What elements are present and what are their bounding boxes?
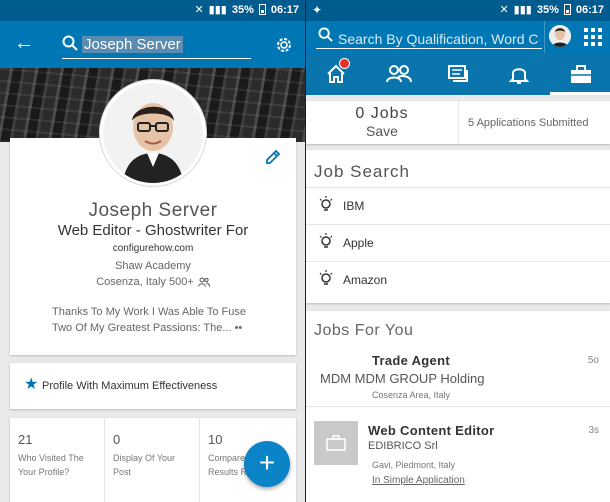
signal-icon: ▮▮▮ (208, 4, 227, 16)
job-listing[interactable]: Trade Agent 5o MDM MDM GROUP Holding Cos… (306, 347, 610, 407)
job-location: Gavi, Piedmont, Italy (372, 460, 456, 470)
profile-strength-label: Profile With Maximum Effectiveness (42, 380, 218, 392)
jobs-header: Search By Qualification, Word Chia... (306, 21, 610, 53)
search-placeholder: Search By Qualification, Word Chia... (338, 31, 538, 47)
tab-home[interactable] (306, 53, 367, 95)
job-search-label: Apple (343, 236, 374, 250)
company-logo (314, 421, 358, 465)
profile-header: ← Joseph Server (0, 21, 305, 68)
jobs-for-you-card: Jobs For You Trade Agent 5o MDM MDM GROU… (306, 311, 610, 502)
job-age: 3s (588, 425, 599, 436)
search-input[interactable]: Joseph Server (62, 33, 251, 59)
notification-icon: ✦ (312, 3, 323, 17)
lightbulb-icon (319, 270, 333, 285)
people-icon (386, 65, 412, 83)
job-title: Trade Agent (372, 353, 450, 368)
briefcase-icon (326, 435, 346, 451)
job-title: Web Content Editor (368, 423, 495, 438)
job-company: MDM MDM GROUP Holding (320, 371, 485, 386)
signal-icon: ▮▮▮ (513, 4, 532, 16)
tab-network[interactable] (367, 53, 428, 95)
profile-summary[interactable]: Thanks To My Work I Was Able To Fuse Two… (52, 304, 264, 336)
search-input[interactable]: Search By Qualification, Word Chia... (316, 25, 542, 49)
stat-value: 10 (208, 432, 223, 447)
status-bar: ✕ ▮▮▮ 35% 06:17 (0, 0, 305, 21)
header-divider (544, 21, 545, 53)
profile-strength-card[interactable]: ★ Profile With Maximum Effectiveness (10, 363, 296, 409)
avatar[interactable] (549, 25, 571, 47)
gear-icon[interactable] (274, 35, 294, 55)
jobs-screen: ✦ ✕ ▮▮▮ 35% 06:17 Search By Qualificatio… (305, 0, 610, 502)
job-search-card: Job Search IBM Apple Amazon (306, 150, 610, 303)
profile-name: Joseph Server (88, 200, 218, 221)
job-search-item[interactable]: Apple (306, 224, 610, 260)
location-text: Cosenza, Italy 500+ (96, 276, 194, 288)
star-icon: ★ (24, 376, 39, 393)
lightbulb-icon (319, 233, 333, 248)
status-bar: ✦ ✕ ▮▮▮ 35% 06:17 (306, 0, 610, 21)
connections-icon (197, 277, 210, 287)
job-search-item[interactable]: IBM (306, 187, 610, 223)
bell-icon (508, 68, 530, 84)
saved-jobs-card: 0 Jobs Save 5 Applications Submitted (306, 101, 610, 144)
add-button[interactable]: + (244, 441, 290, 487)
mute-icon: ✕ (499, 4, 509, 16)
messages-icon (448, 65, 468, 82)
saved-jobs-count: 0 Jobs (355, 105, 409, 122)
notification-badge (339, 58, 350, 69)
easy-apply-link[interactable]: In Simple Application (372, 475, 465, 486)
job-search-label: IBM (343, 199, 365, 213)
briefcase-icon (571, 65, 591, 83)
profile-school: Shaw Academy (115, 260, 191, 272)
battery-icon (563, 4, 571, 15)
saved-jobs-label: Save (366, 123, 398, 139)
profile-website[interactable]: configurehow.com (10, 243, 296, 254)
mute-icon: ✕ (194, 4, 204, 16)
clock: 06:17 (575, 3, 604, 16)
job-search-label: Amazon (343, 273, 388, 287)
avatar[interactable] (100, 80, 206, 186)
pencil-icon[interactable] (264, 148, 282, 166)
bottom-nav (306, 53, 610, 95)
back-arrow-icon[interactable]: ← (14, 33, 34, 53)
profile-headline: Web Editor - Ghostwriter For (57, 222, 249, 239)
stat-value: 0 (113, 432, 121, 447)
battery-icon (258, 4, 266, 15)
clock: 06:17 (270, 3, 299, 16)
applications-link[interactable]: 5 Applications Submitted (468, 117, 588, 129)
job-company: EDIBRICO Srl (368, 440, 438, 452)
profile-location: Cosenza, Italy 500+ (10, 276, 296, 288)
tab-jobs[interactable] (550, 53, 610, 95)
tab-messages[interactable] (428, 53, 489, 95)
job-age: 5o (587, 355, 599, 366)
saved-jobs-button[interactable]: 0 Jobs Save (306, 101, 459, 144)
apps-grid-icon[interactable] (584, 28, 602, 46)
jobs-for-you-title: Jobs For You (314, 322, 414, 339)
job-search-title: Job Search (314, 162, 410, 181)
search-icon (62, 35, 78, 51)
search-query: Joseph Server (82, 36, 183, 53)
battery-level: 35% (231, 3, 254, 16)
job-location: Cosenza Area, Italy (372, 390, 451, 400)
profile-screen: ✕ ▮▮▮ 35% 06:17 ← Joseph Server Joseph S… (0, 0, 305, 502)
stat-profile-views[interactable]: 21 Who Visited The Your Profile? (10, 418, 105, 502)
job-search-item[interactable]: Amazon (306, 261, 610, 297)
job-listing[interactable]: Web Content Editor 3s EDIBRICO Srl Gavi,… (306, 407, 610, 502)
stat-label: Display Of Your Post (113, 453, 176, 477)
lightbulb-icon (319, 196, 333, 211)
stat-label: Who Visited The Your Profile? (18, 453, 84, 477)
tab-notifications[interactable] (489, 53, 550, 95)
stat-post-views[interactable]: 0 Display Of Your Post (105, 418, 200, 502)
battery-level: 35% (536, 3, 559, 16)
stat-value: 21 (18, 432, 33, 447)
search-icon (318, 27, 333, 42)
